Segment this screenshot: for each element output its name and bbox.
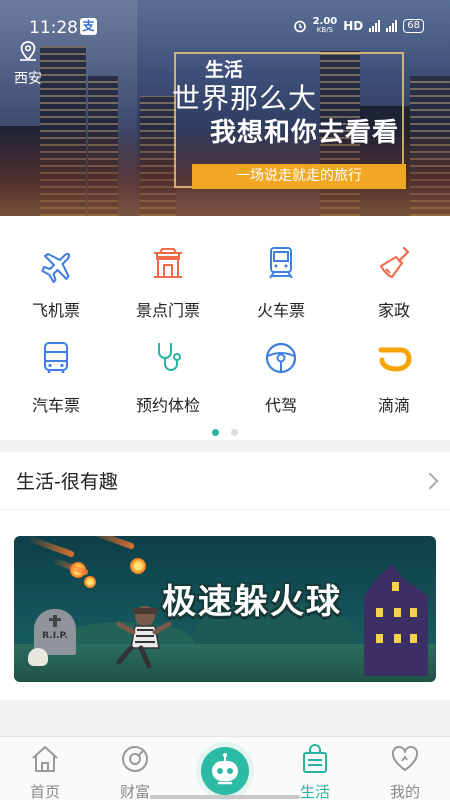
assistant-button[interactable] <box>196 742 254 800</box>
didi-icon <box>378 347 412 372</box>
location-city: 西安 <box>14 71 42 87</box>
service-label: 滴滴 <box>377 396 410 415</box>
hd-indicator: HD <box>343 19 364 33</box>
service-housekeeping[interactable]: 家政 <box>338 243 450 321</box>
nav-mine[interactable]: 我的 <box>360 743 450 800</box>
chevron-right-icon <box>421 472 439 489</box>
nav-life[interactable]: 生活 <box>270 743 360 800</box>
service-label: 汽车票 <box>31 396 80 415</box>
home-icon <box>32 746 58 772</box>
bus-icon <box>44 342 68 373</box>
service-bus-tickets[interactable]: 汽车票 <box>0 338 112 416</box>
location-pin-icon <box>20 41 36 61</box>
section-header[interactable]: 生活-很有趣 <box>0 452 450 510</box>
location-selector[interactable]: 西安 <box>13 40 43 88</box>
service-label: 家政 <box>377 301 410 320</box>
section-title: 生活-很有趣 <box>16 471 118 493</box>
service-didi[interactable]: 滴滴 <box>338 338 450 416</box>
nav-label: 首页 <box>29 783 60 800</box>
service-label: 飞机票 <box>31 301 80 320</box>
signal-icon <box>369 20 381 32</box>
nav-home[interactable]: 首页 <box>0 743 90 800</box>
window <box>376 608 383 617</box>
robot-assistant-icon <box>212 753 238 785</box>
stethoscope-icon <box>158 343 181 371</box>
service-train-tickets[interactable]: 火车票 <box>225 243 337 321</box>
window <box>376 634 383 643</box>
assistant-button-inner <box>201 747 249 795</box>
window <box>394 608 401 617</box>
service-label: 预约体检 <box>135 396 200 415</box>
service-health-checkup[interactable]: 预约体检 <box>112 338 224 416</box>
alipay-notification-icon: 支 <box>80 18 97 35</box>
banner-subheadline: 我想和你去看看 <box>210 118 400 148</box>
alarm-icon <box>293 20 306 33</box>
broom-icon <box>380 246 410 278</box>
page-dot-active[interactable] <box>212 429 219 436</box>
service-label: 火车票 <box>256 301 305 320</box>
window <box>394 634 401 643</box>
game-banner[interactable]: R.I.P. 极速躲火球 <box>14 536 436 682</box>
meteor-trail <box>25 536 76 558</box>
service-flight-tickets[interactable]: 飞机票 <box>0 243 112 321</box>
battery-icon: 68 <box>403 19 424 33</box>
wealth-icon <box>122 746 148 772</box>
status-time: 11:28 <box>29 18 78 38</box>
fireball-icon <box>84 576 96 588</box>
window <box>410 634 417 643</box>
train-icon <box>269 247 293 279</box>
heart-icon <box>391 745 419 771</box>
tombstone-text: R.I.P. <box>42 631 68 641</box>
nav-label: 我的 <box>389 783 420 800</box>
service-label: 景点门票 <box>135 301 200 320</box>
net-speed-value: 2.00 <box>312 16 338 27</box>
status-bar: 11:28 支 2.00 KB/S HD 68 <box>0 0 450 38</box>
banner-tagline: 一场说走就走的旅行 <box>192 164 406 189</box>
game-title: 极速躲火球 <box>162 582 342 622</box>
page-indicator <box>0 421 450 440</box>
meteor-trail <box>85 536 136 550</box>
shopping-bag-icon <box>303 744 327 773</box>
page-dot[interactable] <box>231 429 238 436</box>
haunted-house <box>364 564 428 676</box>
steering-wheel-icon <box>265 342 297 374</box>
banner-headline: 世界那么大 <box>172 82 318 115</box>
services-grid: 飞机票 景点门票 火车票 家政 汽车票 预约体检 代驾 滴滴 <box>0 216 450 440</box>
status-right: 2.00 KB/S HD 68 <box>293 17 424 35</box>
window <box>410 608 417 617</box>
plane-icon <box>41 252 70 283</box>
skull-icon <box>28 648 48 666</box>
cross-icon <box>49 615 61 627</box>
service-label: 代驾 <box>264 396 297 415</box>
window <box>392 582 399 591</box>
signal-icon-2 <box>386 20 398 32</box>
fireball-icon <box>130 558 146 574</box>
life-fun-section: 生活-很有趣 R.I.P. 极速躲火球 <box>0 452 450 700</box>
service-attraction-tickets[interactable]: 景点门票 <box>112 243 224 321</box>
gate-icon <box>154 248 182 278</box>
net-speed-unit: KB/S <box>316 26 333 34</box>
nav-wealth[interactable]: 财富 <box>90 743 180 800</box>
gesture-bar <box>150 795 300 799</box>
net-speed: 2.00 KB/S <box>313 17 338 35</box>
service-designated-driver[interactable]: 代驾 <box>225 338 337 416</box>
